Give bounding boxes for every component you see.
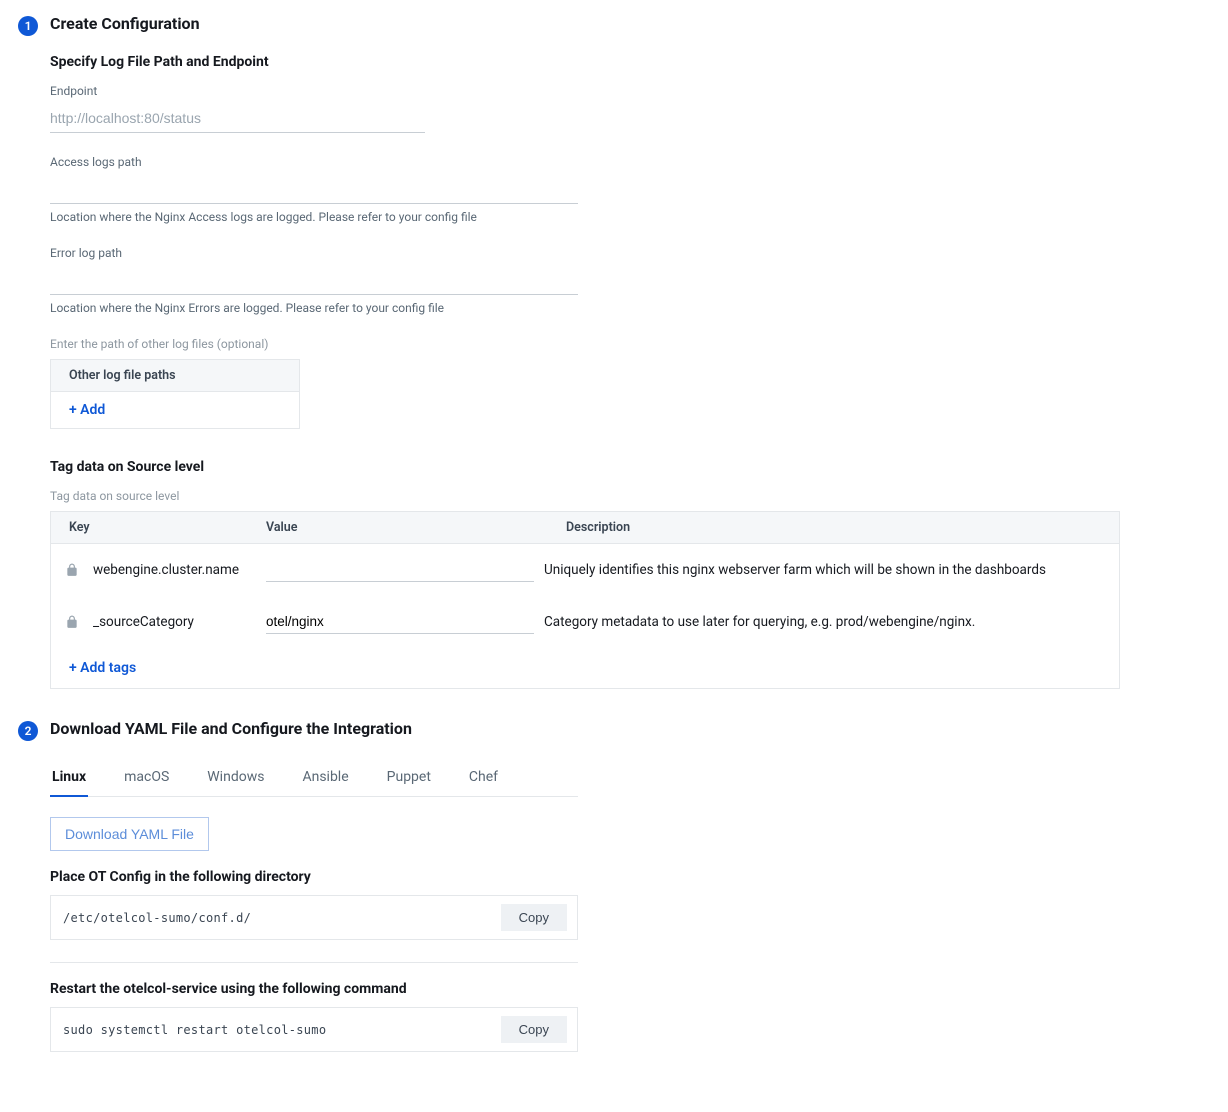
step-2-title: Download YAML File and Configure the Int…	[50, 719, 412, 738]
tab-linux[interactable]: Linux	[50, 759, 88, 797]
restart-command: sudo systemctl restart otelcol-sumo	[63, 1023, 326, 1037]
tab-chef[interactable]: Chef	[467, 759, 500, 797]
tag-key: _sourceCategory	[93, 614, 266, 630]
tag-value-input[interactable]	[266, 610, 534, 634]
step-1-header: 1 Create Configuration	[18, 14, 1210, 36]
other-log-header: Other log file paths	[51, 360, 299, 392]
step-1-body: Specify Log File Path and Endpoint Endpo…	[50, 54, 1210, 689]
tag-heading: Tag data on Source level	[50, 459, 1210, 475]
tag-description: Uniquely identifies this nginx webserver…	[534, 562, 1119, 578]
col-desc-header: Description	[556, 520, 1119, 535]
other-log-section: Enter the path of other log files (optio…	[50, 337, 1210, 429]
table-row: _sourceCategory Category metadata to use…	[51, 596, 1119, 648]
add-other-log-button[interactable]: + Add	[51, 392, 299, 428]
step-badge-2: 2	[18, 721, 38, 741]
divider	[50, 962, 578, 963]
error-log-label: Error log path	[50, 246, 578, 260]
tag-table: Key Value Description webengine.cluster.…	[50, 511, 1120, 689]
other-log-label: Enter the path of other log files (optio…	[50, 337, 1210, 351]
tag-description: Category metadata to use later for query…	[534, 614, 1119, 630]
other-log-box: Other log file paths + Add	[50, 359, 300, 429]
error-log-help: Location where the Nginx Errors are logg…	[50, 301, 578, 315]
tag-table-header: Key Value Description	[51, 512, 1119, 544]
restart-section: Restart the otelcol-service using the fo…	[50, 981, 578, 1052]
step-1-title: Create Configuration	[50, 14, 200, 33]
restart-heading: Restart the otelcol-service using the fo…	[50, 981, 578, 997]
step-2-header: 2 Download YAML File and Configure the I…	[18, 719, 1210, 741]
place-config-heading: Place OT Config in the following directo…	[50, 869, 578, 885]
tag-key: webengine.cluster.name	[93, 562, 266, 578]
tab-macos[interactable]: macOS	[122, 759, 171, 797]
endpoint-field: Endpoint	[50, 84, 425, 133]
access-logs-help: Location where the Nginx Access logs are…	[50, 210, 578, 224]
os-tabs: Linux macOS Windows Ansible Puppet Chef	[50, 759, 578, 797]
add-tags-button[interactable]: + Add tags	[51, 648, 1119, 688]
tab-puppet[interactable]: Puppet	[385, 759, 433, 797]
access-logs-label: Access logs path	[50, 155, 578, 169]
error-log-input[interactable]	[50, 266, 578, 295]
step-badge-1: 1	[18, 16, 38, 36]
tag-value-input[interactable]	[266, 558, 534, 582]
col-value-header: Value	[266, 520, 556, 535]
copy-button[interactable]: Copy	[501, 1016, 567, 1043]
place-config-section: Place OT Config in the following directo…	[50, 869, 578, 940]
table-row: webengine.cluster.name Uniquely identifi…	[51, 544, 1119, 596]
access-logs-field: Access logs path Location where the Ngin…	[50, 155, 578, 224]
endpoint-label: Endpoint	[50, 84, 425, 98]
copy-button[interactable]: Copy	[501, 904, 567, 931]
access-logs-input[interactable]	[50, 175, 578, 204]
tag-sublabel: Tag data on source level	[50, 489, 1210, 503]
col-key-header: Key	[51, 520, 266, 535]
endpoint-input[interactable]	[50, 104, 425, 133]
download-yaml-button[interactable]: Download YAML File	[50, 817, 209, 851]
lock-icon	[51, 615, 93, 629]
specify-path-heading: Specify Log File Path and Endpoint	[50, 54, 1210, 70]
error-log-field: Error log path Location where the Nginx …	[50, 246, 578, 315]
lock-icon	[51, 563, 93, 577]
step-2-body: Linux macOS Windows Ansible Puppet Chef …	[50, 759, 1210, 1052]
restart-codebox: sudo systemctl restart otelcol-sumo Copy	[50, 1007, 578, 1052]
tag-section: Tag data on Source level Tag data on sou…	[50, 459, 1210, 689]
place-config-path: /etc/otelcol-sumo/conf.d/	[63, 911, 251, 925]
place-config-codebox: /etc/otelcol-sumo/conf.d/ Copy	[50, 895, 578, 940]
tab-windows[interactable]: Windows	[205, 759, 266, 797]
tab-ansible[interactable]: Ansible	[300, 759, 350, 797]
